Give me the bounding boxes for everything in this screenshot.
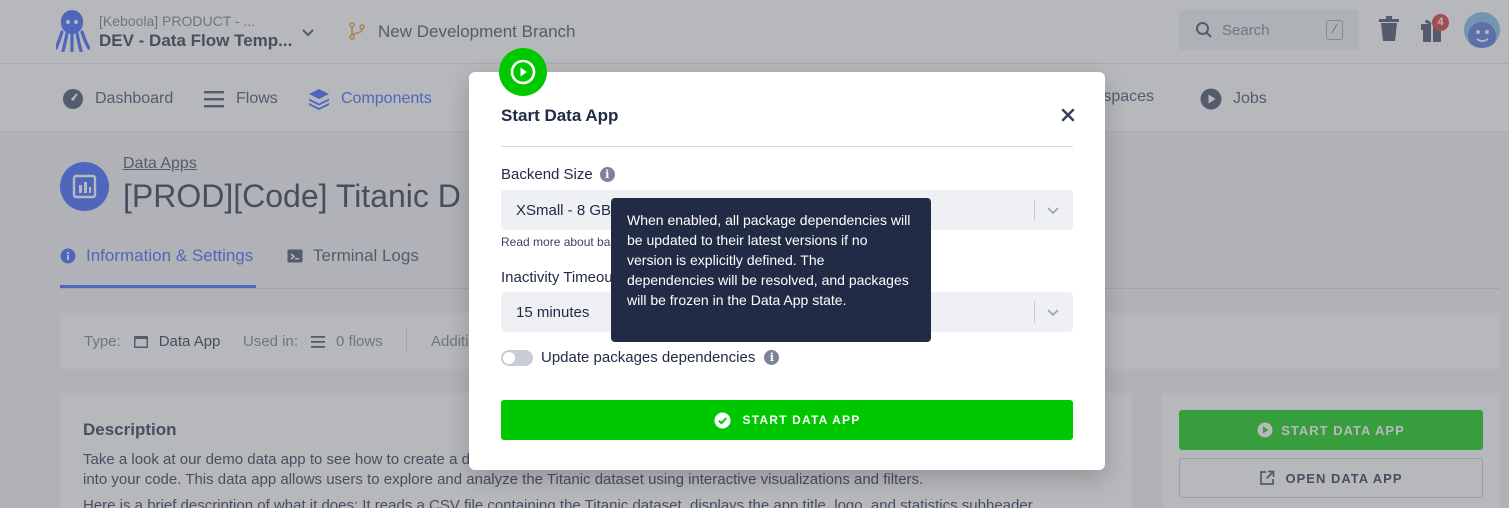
field-label-text: Inactivity Timeou	[501, 269, 613, 286]
info-icon[interactable]: i	[764, 350, 780, 365]
start-data-app-button[interactable]: START DATA APP	[501, 400, 1073, 440]
info-icon[interactable]: i	[599, 167, 615, 182]
backend-help-text[interactable]: Read more about ba	[501, 235, 610, 249]
update-packages-toggle[interactable]	[501, 349, 533, 366]
inactivity-timeout-label: Inactivity Timeou	[501, 269, 613, 286]
select-value: XSmall - 8 GB	[516, 202, 612, 219]
update-packages-row: Update packages dependencies i	[501, 349, 780, 366]
divider	[501, 146, 1073, 147]
play-badge	[499, 48, 547, 96]
play-circle-icon	[510, 59, 536, 85]
close-icon[interactable]	[1059, 106, 1077, 124]
select-separator	[1034, 301, 1035, 323]
modal-title: Start Data App	[501, 106, 619, 125]
select-separator	[1034, 199, 1035, 221]
button-label: START DATA APP	[742, 413, 861, 427]
toggle-knob	[503, 351, 515, 364]
chevron-down-icon	[1047, 207, 1059, 215]
check-circle-icon	[714, 412, 731, 428]
chevron-down-icon	[1047, 309, 1059, 317]
select-value: 15 minutes	[516, 304, 590, 321]
toggle-label[interactable]: Update packages dependencies	[541, 349, 755, 366]
field-label-text: Backend Size	[501, 166, 593, 183]
tooltip: When enabled, all package dependencies w…	[611, 198, 931, 342]
backend-size-label: Backend Size i	[501, 166, 615, 183]
